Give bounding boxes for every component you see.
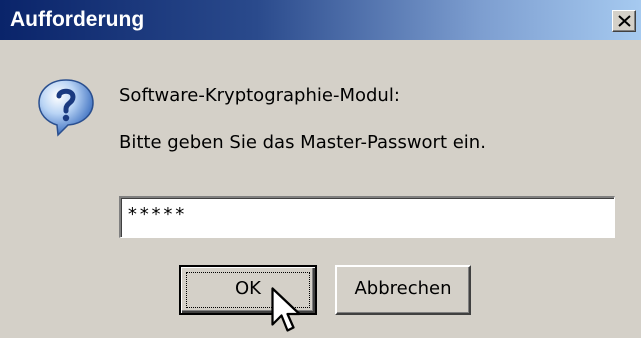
title-bar[interactable]: Aufforderung: [0, 0, 641, 40]
question-icon: [38, 79, 94, 137]
close-icon: [618, 15, 631, 27]
cancel-button[interactable]: Abbrechen: [335, 265, 471, 315]
cancel-button-label: Abbrechen: [354, 278, 452, 299]
close-button[interactable]: [612, 10, 636, 32]
mouse-pointer-icon: [271, 287, 301, 332]
message-line-2: Bitte geben Sie das Master-Passwort ein.: [119, 132, 486, 153]
window-title: Aufforderung: [10, 8, 145, 31]
password-input[interactable]: *****: [119, 196, 615, 238]
dialog-window: Aufforderung Software-Kryptographie-Modu…: [0, 0, 641, 338]
message-line-1: Software-Kryptographie-Modul:: [119, 85, 400, 106]
